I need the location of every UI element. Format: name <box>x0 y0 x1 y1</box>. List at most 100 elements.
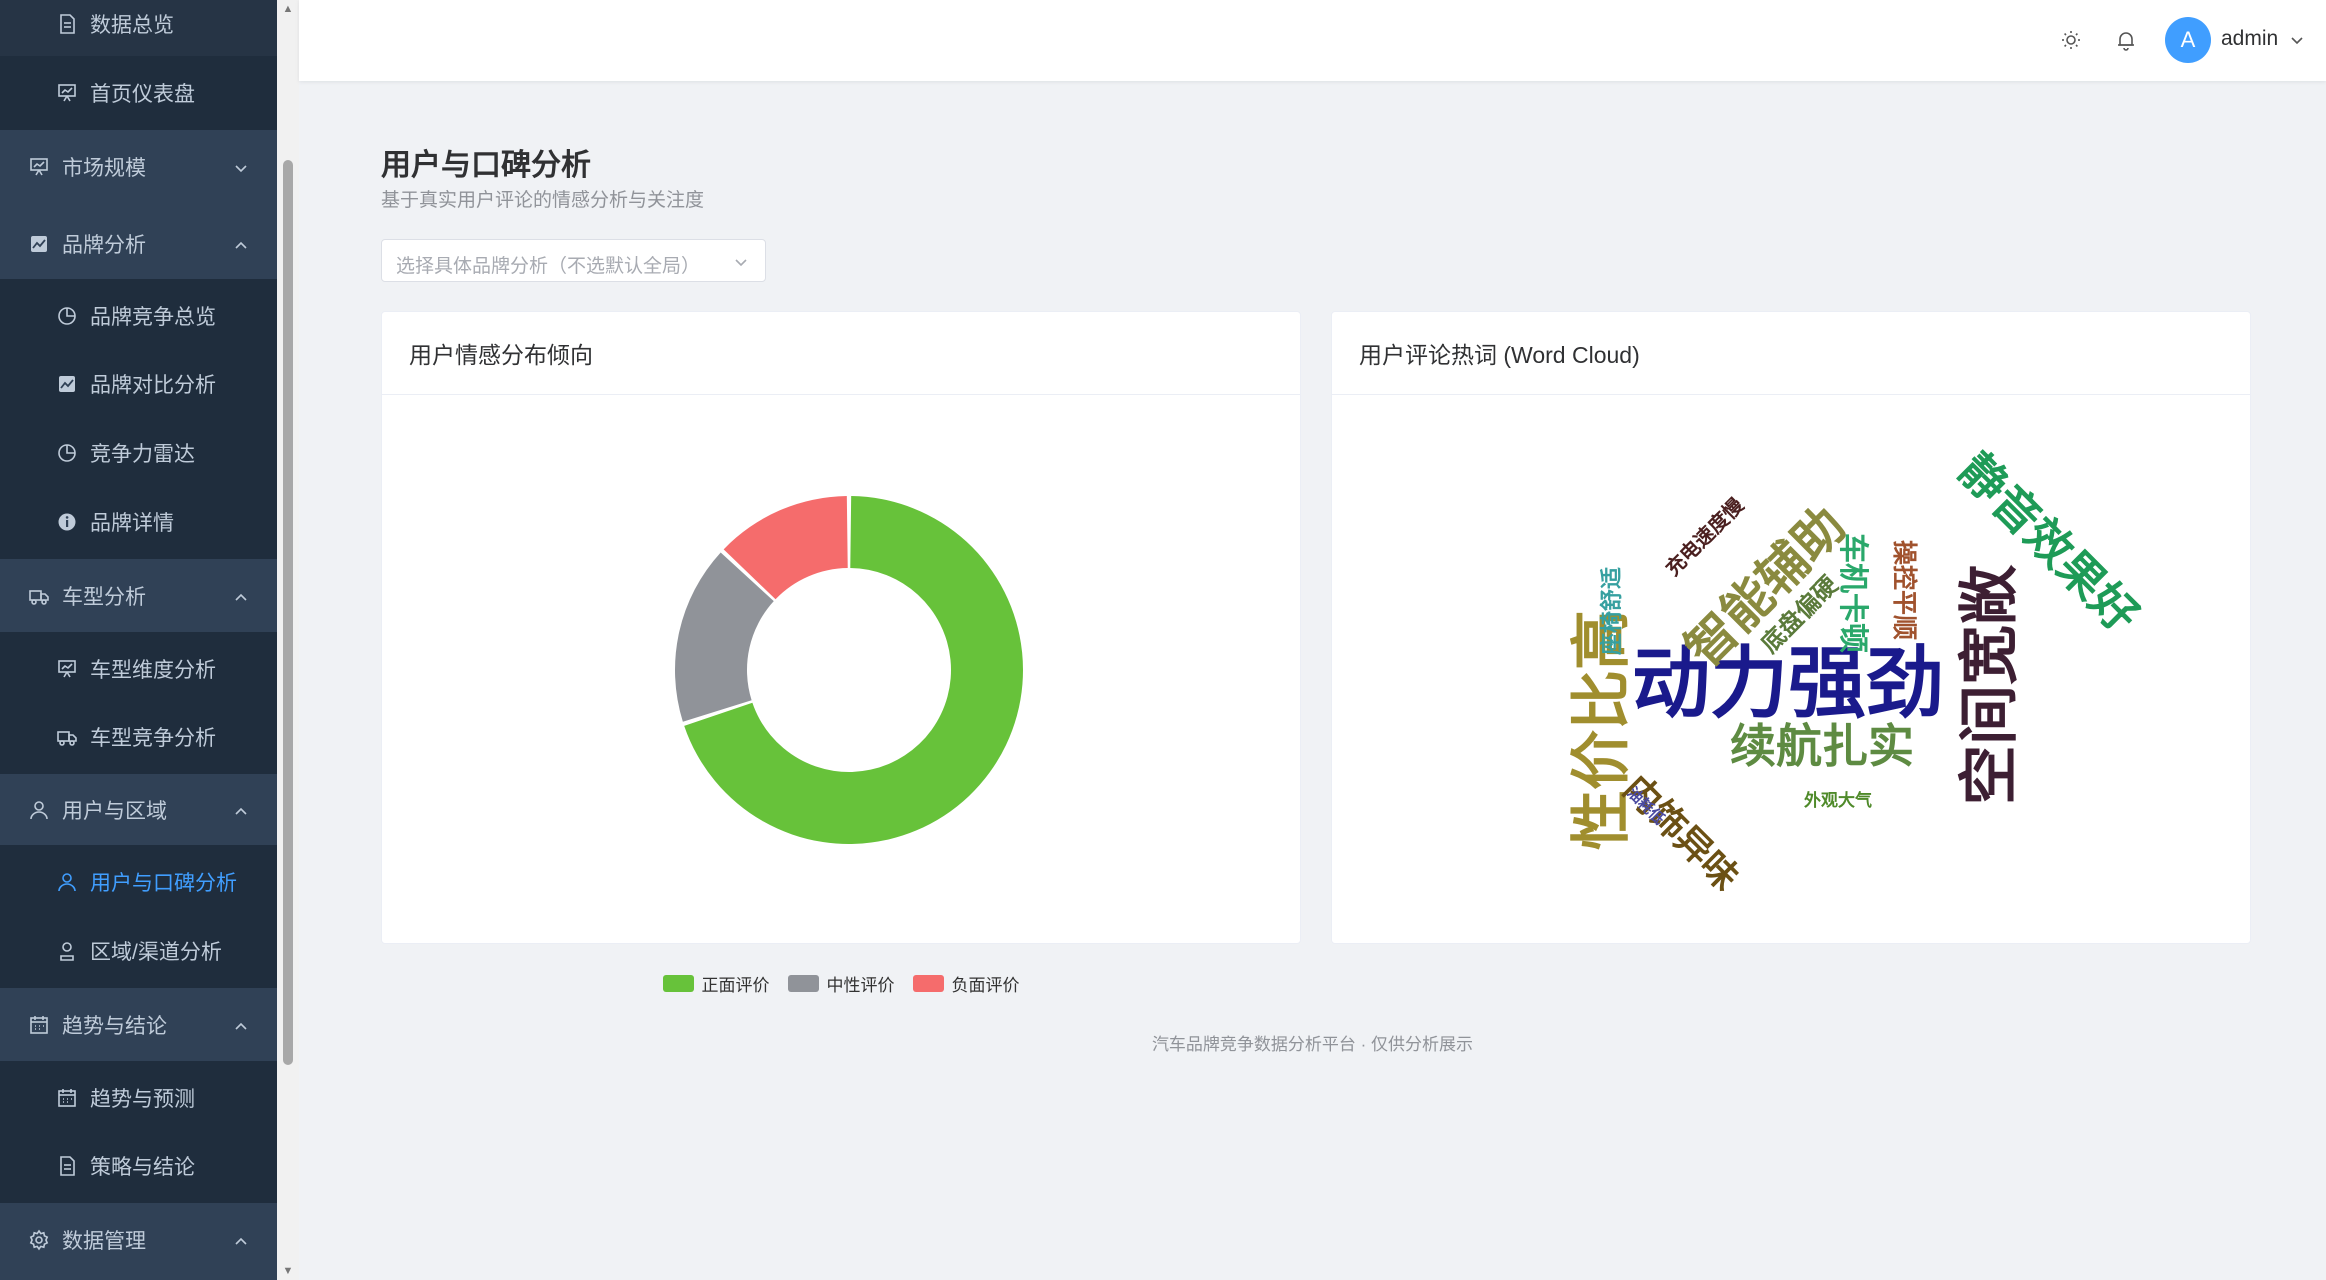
bell-icon[interactable] <box>2114 28 2138 52</box>
brand-select[interactable]: 选择具体品牌分析（不选默认全局） <box>381 239 766 282</box>
word-cloud-word: 动力强劲 <box>1632 639 1945 729</box>
footer-text: 汽车品牌竞争数据分析平台 · 仅供分析展示 <box>1151 1035 1474 1054</box>
sidebar-item-label: 竞争力雷达 <box>90 443 195 466</box>
word-cloud-word: 车机卡顿 <box>1835 533 1870 653</box>
trend-chart-icon <box>28 233 50 255</box>
sidebar-item-2[interactable]: 市场规模 <box>0 130 277 204</box>
sidebar-item-label: 趋势与结论 <box>62 1015 167 1038</box>
brand-select-placeholder: 选择具体品牌分析（不选默认全局） <box>396 256 701 277</box>
scroll-up-arrow-icon[interactable]: ▲ <box>281 2 295 16</box>
word-cloud-word: 操控平顺 <box>1890 540 1919 641</box>
chevron-up-icon <box>233 1231 249 1247</box>
sidebar-item-label: 数据总览 <box>90 14 174 37</box>
chevron-up-icon <box>233 1016 249 1032</box>
top-header: A admin <box>299 0 2326 81</box>
legend-swatch <box>787 975 819 992</box>
pie-chart-icon <box>56 442 78 464</box>
sidebar-scrollbar[interactable]: ▲ ▼ <box>277 0 299 1280</box>
sidebar-item-label: 品牌分析 <box>62 234 146 257</box>
sidebar-item-label: 品牌对比分析 <box>90 374 216 397</box>
sun-icon[interactable] <box>2059 28 2083 52</box>
document-icon <box>56 13 78 35</box>
sidebar-item-label: 首页仪表盘 <box>90 83 195 106</box>
wordcloud-card: 用户评论热词 (Word Cloud) 动力强劲 空间宽敞 性价比高 静音效果好 智能辅… <box>1331 311 2251 944</box>
info-icon <box>56 511 78 533</box>
sidebar-item-label: 品牌详情 <box>90 512 174 535</box>
document-icon <box>56 1155 78 1177</box>
sidebar-item-13[interactable]: 区域/渠道分析 <box>0 914 277 988</box>
sidebar-item-10[interactable]: 车型竞争分析 <box>0 700 277 774</box>
gear-icon <box>28 1229 50 1251</box>
location-user-icon <box>56 940 78 962</box>
chart-legend: 正面评价 中性评价 负面评价 <box>382 971 1300 996</box>
sidebar-item-12[interactable]: 用户与口碑分析 <box>0 845 277 919</box>
sidebar-item-0[interactable]: 数据总览 <box>0 0 277 61</box>
chevron-down-icon <box>233 158 249 174</box>
legend-swatch <box>662 975 694 992</box>
trend-chart-icon <box>56 373 78 395</box>
word-cloud-word: 座椅舒适 <box>1600 566 1625 655</box>
presentation-icon <box>28 156 50 178</box>
user-icon <box>28 799 50 821</box>
sidebar-item-label: 车型竞争分析 <box>90 727 216 750</box>
username[interactable]: admin <box>2221 27 2278 51</box>
sidebar-item-label: 品牌竞争总览 <box>90 306 216 329</box>
legend-item[interactable]: 中性评价 <box>787 971 895 996</box>
avatar[interactable]: A <box>2165 17 2211 63</box>
sidebar-item-17[interactable]: 数据管理 <box>0 1203 277 1277</box>
sentiment-card: 用户情感分布倾向 正面评价 中性评价 负面评价 <box>381 311 1301 995</box>
presentation-icon <box>56 82 78 104</box>
sidebar-item-7[interactable]: 品牌详情 <box>0 485 277 559</box>
chevron-down-icon <box>733 254 749 270</box>
legend-item[interactable]: 负面评价 <box>912 971 1020 996</box>
sidebar-item-5[interactable]: 品牌对比分析 <box>0 347 277 421</box>
calendar-icon <box>28 1014 50 1036</box>
sidebar-item-4[interactable]: 品牌竞争总览 <box>0 279 277 353</box>
chevron-up-icon <box>233 801 249 817</box>
legend-label: 中性评价 <box>826 976 895 995</box>
scroll-down-arrow-icon[interactable]: ▼ <box>281 1264 295 1278</box>
sidebar-item-15[interactable]: 趋势与预测 <box>0 1061 277 1135</box>
sidebar-item-11[interactable]: 用户与区域 <box>0 773 277 847</box>
donut-chart <box>675 496 1023 844</box>
legend-item[interactable]: 正面评价 <box>662 971 770 996</box>
sidebar-item-label: 区域/渠道分析 <box>90 941 222 964</box>
page-subtitle: 基于真实用户评论的情感分析与关注度 <box>381 190 705 211</box>
chevron-down-icon[interactable] <box>2289 32 2305 48</box>
sidebar-item-14[interactable]: 趋势与结论 <box>0 988 277 1062</box>
page-title: 用户与口碑分析 <box>381 149 591 182</box>
scroll-thumb[interactable] <box>283 160 293 1065</box>
word-cloud: 动力强劲 空间宽敞 性价比高 静音效果好 智能辅助 续航扎实 内饰异味 车机卡顿 操控平顺 底盘偏… <box>1332 395 2250 943</box>
sidebar: 数据总览首页仪表盘市场规模品牌分析品牌竞争总览 品牌对比分析 竞争力雷达品牌详情车型… <box>0 0 277 1280</box>
sidebar-item-3[interactable]: 品牌分析 <box>0 207 277 281</box>
van-icon <box>28 585 50 607</box>
sidebar-item-16[interactable]: 策略与结论 <box>0 1129 277 1203</box>
sentiment-chart: 正面评价 中性评价 负面评价 <box>382 395 1300 995</box>
sidebar-item-label: 趋势与预测 <box>90 1088 195 1111</box>
sidebar-item-8[interactable]: 车型分析 <box>0 559 277 633</box>
sidebar-item-label: 车型分析 <box>62 586 146 609</box>
sidebar-item-label: 策略与结论 <box>90 1156 195 1179</box>
user-icon <box>56 871 78 893</box>
sidebar-item-9[interactable]: 车型维度分析 <box>0 632 277 706</box>
word-cloud-word: 续航扎实 <box>1730 719 1914 773</box>
legend-label: 正面评价 <box>701 976 770 995</box>
sidebar-item-label: 用户与区域 <box>62 800 167 823</box>
sidebar-item-label: 车型维度分析 <box>90 659 216 682</box>
legend-swatch <box>912 975 944 992</box>
word-cloud-word: 空间宽敞 <box>1955 565 2025 805</box>
presentation-icon <box>56 658 78 680</box>
sidebar-item-label: 用户与口碑分析 <box>90 872 237 895</box>
word-cloud-word: 充电速度慢 <box>1660 492 1749 581</box>
van-icon <box>56 726 78 748</box>
pie-chart-icon <box>56 305 78 327</box>
word-cloud-word: 外观大气 <box>1804 791 1872 811</box>
sidebar-item-6[interactable]: 竞争力雷达 <box>0 416 277 490</box>
chevron-up-icon <box>233 587 249 603</box>
legend-label: 负面评价 <box>951 976 1020 995</box>
chevron-up-icon <box>233 235 249 251</box>
wordcloud-card-title: 用户评论热词 (Word Cloud) <box>1332 312 2250 395</box>
sidebar-item-label: 市场规模 <box>62 157 146 180</box>
calendar-icon <box>56 1087 78 1109</box>
sidebar-item-1[interactable]: 首页仪表盘 <box>0 56 277 130</box>
